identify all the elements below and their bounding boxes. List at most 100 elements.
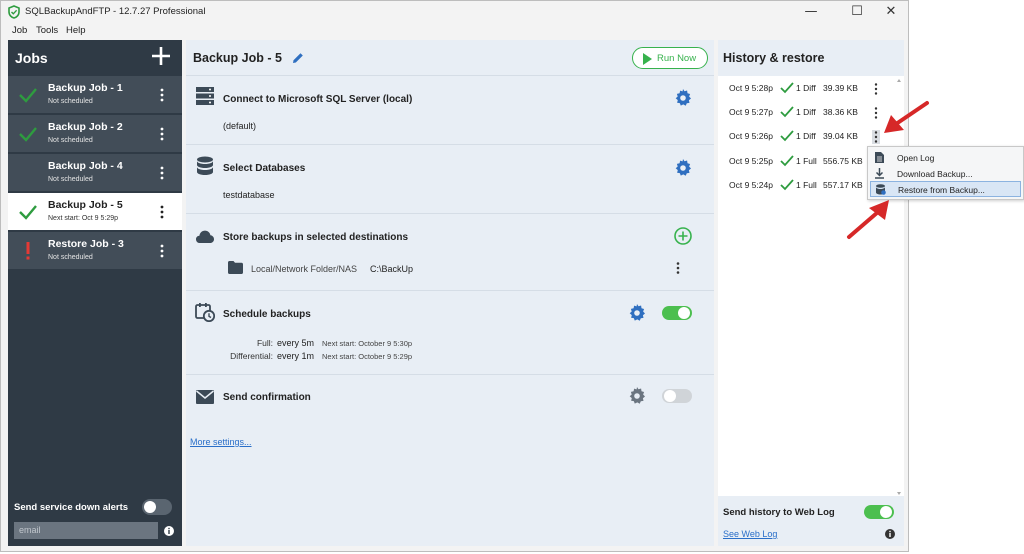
minimize-button[interactable]: — xyxy=(796,3,826,20)
info-icon[interactable] xyxy=(164,526,174,536)
toggle-knob xyxy=(880,506,892,518)
job-item-restore-3[interactable]: Restore Job - 3 Not scheduled xyxy=(8,232,182,270)
job-item-backup-4[interactable]: Backup Job - 4 Not scheduled xyxy=(8,154,182,192)
gear-icon[interactable] xyxy=(674,89,692,107)
window-title: SQLBackupAndFTP - 12.7.27 Professional xyxy=(25,6,206,17)
history-kind: 1 Full xyxy=(796,156,817,166)
jobs-title: Jobs xyxy=(15,50,48,66)
title-bar: SQLBackupAndFTP - 12.7.27 Professional —… xyxy=(1,1,908,23)
history-kind: 1 Full xyxy=(796,180,817,190)
history-menu-icon[interactable] xyxy=(872,82,880,96)
confirmation-toggle[interactable] xyxy=(662,389,692,403)
info-icon[interactable] xyxy=(885,529,895,539)
run-now-button[interactable]: Run Now xyxy=(632,47,708,69)
databases-section: Select Databases testdatabase xyxy=(186,146,714,214)
folder-icon xyxy=(228,261,243,274)
service-alerts-label: Send service down alerts xyxy=(14,502,129,513)
job-menu-icon[interactable] xyxy=(158,126,166,142)
schedule-title: Schedule backups xyxy=(223,309,311,320)
menu-help[interactable]: Help xyxy=(66,25,86,36)
job-title: Backup Job - 5 xyxy=(193,51,282,65)
maximize-button[interactable]: ☐ xyxy=(842,3,872,20)
confirmation-title: Send confirmation xyxy=(223,392,311,403)
job-status: Not scheduled xyxy=(48,137,93,144)
add-job-icon[interactable] xyxy=(150,45,172,67)
history-kind: 1 Diff xyxy=(796,107,816,117)
job-status: Not scheduled xyxy=(48,98,93,105)
add-destination-icon[interactable] xyxy=(674,227,692,245)
server-icon xyxy=(196,87,214,105)
job-menu-icon[interactable] xyxy=(158,165,166,181)
menu-item-open-log[interactable]: Open Log xyxy=(870,150,1021,166)
close-button[interactable]: ✕ xyxy=(876,3,906,20)
history-time: Oct 9 5:25p xyxy=(729,156,773,166)
full-next: Next start: October 9 5:30p xyxy=(322,339,413,348)
history-size: 39.39 KB xyxy=(823,83,858,93)
toggle-knob xyxy=(144,501,156,513)
menu-tools[interactable]: Tools xyxy=(36,25,58,36)
menu-item-download-backup[interactable]: Download Backup... xyxy=(870,166,1021,182)
history-size: 38.36 KB xyxy=(823,107,858,117)
toggle-knob xyxy=(664,390,676,402)
check-icon xyxy=(780,179,794,191)
history-time: Oct 9 5:27p xyxy=(729,107,773,117)
job-item-backup-1[interactable]: Backup Job - 1 Not scheduled xyxy=(8,76,182,114)
app-window: SQLBackupAndFTP - 12.7.27 Professional —… xyxy=(0,0,909,552)
job-menu-icon[interactable] xyxy=(158,87,166,103)
job-name: Restore Job - 3 xyxy=(48,238,124,250)
history-menu-icon[interactable] xyxy=(872,130,880,144)
history-menu-icon[interactable] xyxy=(872,106,880,120)
menu-item-restore-from-backup[interactable]: Restore from Backup... xyxy=(870,181,1021,197)
job-status: Not scheduled xyxy=(48,176,93,183)
pencil-icon[interactable] xyxy=(291,51,305,65)
menu-item-label: Download Backup... xyxy=(897,169,973,179)
more-settings-link[interactable]: More settings... xyxy=(190,437,252,447)
web-log-link[interactable]: See Web Log xyxy=(723,529,777,539)
job-status: Not scheduled xyxy=(48,254,93,261)
history-kind: 1 Diff xyxy=(796,131,816,141)
job-menu-icon[interactable] xyxy=(158,243,166,259)
job-header: Backup Job - 5 Run Now xyxy=(186,40,714,76)
databases-title: Select Databases xyxy=(223,163,306,174)
destination-menu-icon[interactable] xyxy=(675,261,681,275)
download-icon xyxy=(875,168,884,179)
destinations-title: Store backups in selected destinations xyxy=(223,232,409,243)
menu-job[interactable]: Job xyxy=(12,25,27,36)
jobs-sidebar: Jobs Backup Job - 1 Not scheduled Backup… xyxy=(8,40,182,546)
email-field[interactable]: email xyxy=(14,522,158,539)
history-list: Oct 9 5:28p 1 Diff 39.39 KB Oct 9 5:27p … xyxy=(718,76,904,496)
send-history-toggle[interactable] xyxy=(864,505,894,519)
full-label: Full: xyxy=(256,338,273,348)
history-row[interactable]: Oct 9 5:27p 1 Diff 38.36 KB xyxy=(718,101,894,125)
history-size: 557.17 KB xyxy=(823,180,863,190)
destinations-section: Store backups in selected destinations L… xyxy=(186,215,714,291)
diff-label: Differential: xyxy=(230,351,273,361)
job-menu-icon[interactable] xyxy=(158,204,166,220)
job-name: Backup Job - 2 xyxy=(48,121,123,133)
destination-type: Local/Network Folder/NAS xyxy=(251,264,358,274)
check-icon xyxy=(19,205,37,220)
gear-icon[interactable] xyxy=(674,159,692,177)
history-row[interactable]: Oct 9 5:28p 1 Diff 39.39 KB xyxy=(718,77,894,101)
job-name: Backup Job - 1 xyxy=(48,82,123,94)
history-time: Oct 9 5:26p xyxy=(729,131,773,141)
history-scrollbar[interactable] xyxy=(896,78,902,496)
job-name: Backup Job - 5 xyxy=(48,199,123,211)
schedule-toggle[interactable] xyxy=(662,306,692,320)
gear-icon[interactable] xyxy=(628,304,646,322)
diff-next: Next start: October 9 5:29p xyxy=(322,352,413,361)
job-item-backup-5[interactable]: Backup Job - 5 Next start: Oct 9 5:29p xyxy=(8,193,182,231)
gear-icon[interactable] xyxy=(628,387,646,405)
service-alerts-toggle[interactable] xyxy=(142,499,172,515)
database-icon xyxy=(197,156,213,175)
job-name: Backup Job - 4 xyxy=(48,160,123,172)
job-status: Next start: Oct 9 5:29p xyxy=(48,215,119,222)
history-size: 556.75 KB xyxy=(823,156,863,166)
app-logo-icon xyxy=(8,5,20,19)
history-title: History & restore xyxy=(723,51,825,65)
check-icon xyxy=(19,127,37,142)
calendar-clock-icon xyxy=(195,303,215,322)
play-icon xyxy=(643,53,652,65)
history-time: Oct 9 5:28p xyxy=(729,83,773,93)
job-item-backup-2[interactable]: Backup Job - 2 Not scheduled xyxy=(8,115,182,153)
